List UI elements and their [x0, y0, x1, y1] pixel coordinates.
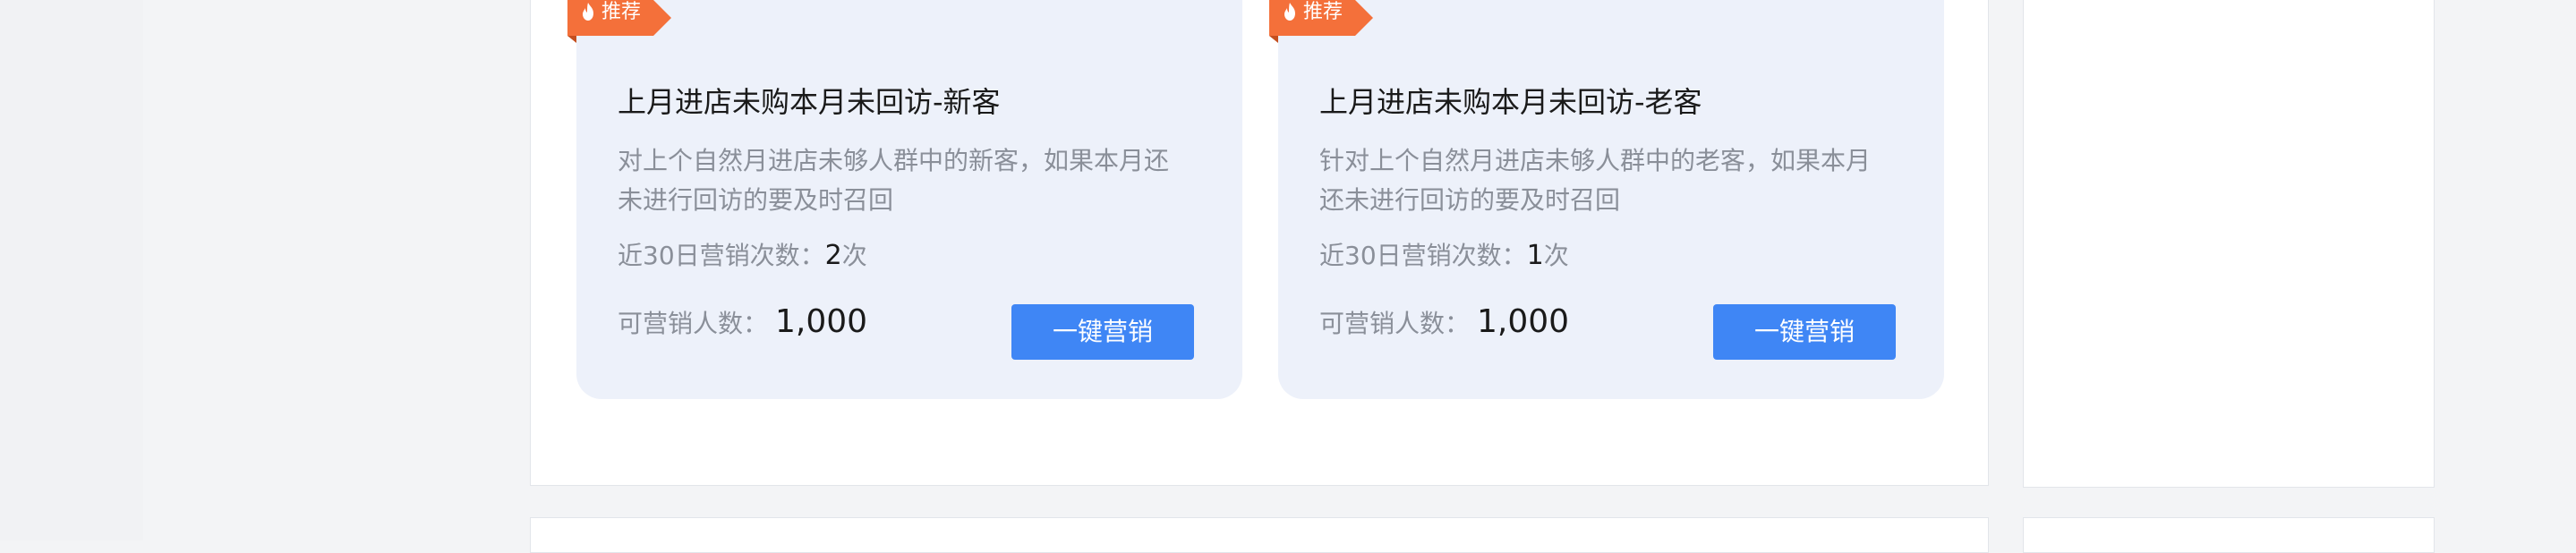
marketing-count: 近30日营销次数：1次 [1319, 238, 1569, 274]
recommend-tag: 推荐 [1269, 0, 1373, 36]
marketing-count-label: 近30日营销次数： [618, 241, 825, 270]
card-title: 上月进店未购本月未回访-老客 [1319, 85, 1702, 119]
marketing-count-label: 近30日营销次数： [1319, 241, 1527, 270]
next-side-panel [2023, 517, 2435, 553]
campaign-card-new-customer: 推荐 上月进店未购本月未回访-新客 对上个自然月进店未够人群中的新客，如果本月还… [567, 0, 1242, 399]
reachable-users-label: 可营销人数： [618, 309, 769, 338]
recommend-tag-label: 推荐 [1303, 1, 1343, 23]
reachable-users-value: 1,000 [1477, 303, 1570, 340]
card-description: 针对上个自然月进店未够人群中的老客，如果本月还未进行回访的要及时召回 [1319, 146, 1872, 215]
reachable-users-label: 可营销人数： [1319, 309, 1471, 338]
tag-fold [567, 36, 576, 43]
marketing-count-unit: 次 [841, 241, 867, 270]
marketing-count-unit: 次 [1543, 241, 1569, 270]
one-click-marketing-button[interactable]: 一键营销 [1713, 304, 1896, 360]
recommend-tag-label: 推荐 [601, 1, 642, 23]
marketing-count: 近30日营销次数：2次 [618, 238, 867, 274]
recommend-tag: 推荐 [567, 0, 671, 36]
left-gutter [0, 0, 143, 540]
card-title: 上月进店未购本月未回访-新客 [618, 85, 1001, 119]
campaign-card-returning-customer: 推荐 上月进店未购本月未回访-老客 针对上个自然月进店未够人群中的老客，如果本月… [1269, 0, 1944, 399]
reachable-users: 可营销人数： 1,000 [618, 302, 867, 344]
marketing-count-value: 2 [824, 240, 842, 271]
tag-fold [1269, 36, 1278, 43]
flame-icon [583, 3, 593, 21]
side-panel [2023, 0, 2435, 488]
reachable-users: 可营销人数： 1,000 [1319, 302, 1569, 344]
marketing-count-value: 1 [1526, 240, 1544, 271]
reachable-users-value: 1,000 [775, 303, 868, 340]
flame-icon [1284, 3, 1295, 21]
card-description: 对上个自然月进店未够人群中的新客，如果本月还未进行回访的要及时召回 [618, 146, 1170, 215]
one-click-marketing-button[interactable]: 一键营销 [1011, 304, 1194, 360]
next-panel [530, 517, 1989, 553]
